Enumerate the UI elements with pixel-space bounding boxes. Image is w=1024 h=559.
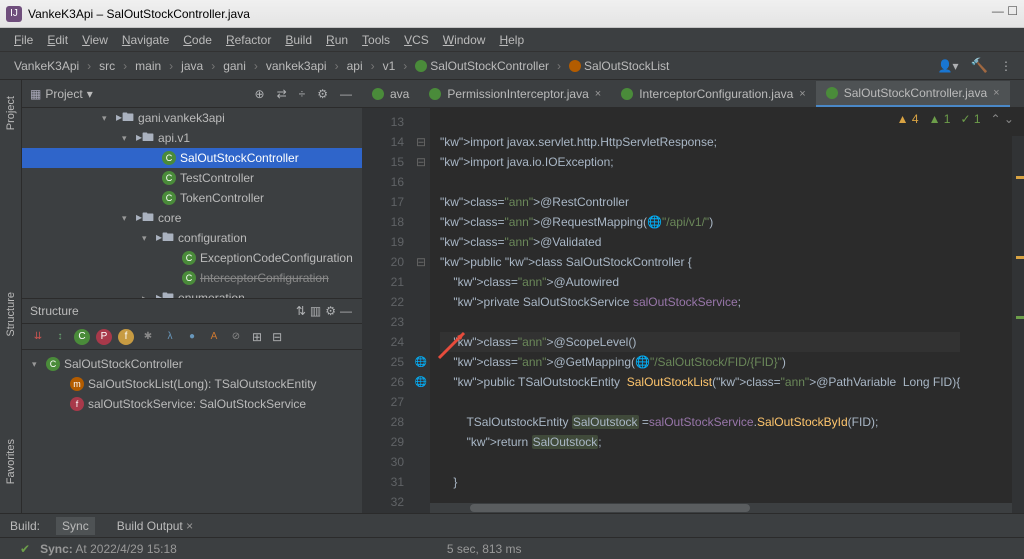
tree-item[interactable]: ▾▸🖿 configuration: [22, 228, 362, 248]
tree-item[interactable]: C ExceptionCodeConfiguration: [22, 248, 362, 268]
menu-edit[interactable]: Edit: [41, 31, 74, 49]
struct-collapse-icon[interactable]: ⊟: [270, 328, 284, 346]
collapse-icon[interactable]: ÷: [297, 85, 308, 103]
struct-expand-icon[interactable]: ⊞: [250, 328, 264, 346]
menu-run[interactable]: Run: [320, 31, 354, 49]
breadcrumb-item[interactable]: vankek3api: [262, 59, 343, 73]
editor-tab[interactable]: PermissionInterceptor.java×: [419, 81, 611, 107]
menu-view[interactable]: View: [76, 31, 114, 49]
struct-hide-icon[interactable]: —: [338, 302, 354, 320]
tree-item[interactable]: C InterceptorConfiguration: [22, 268, 362, 288]
menu-code[interactable]: Code: [177, 31, 218, 49]
project-title: Project: [45, 87, 82, 101]
tree-item[interactable]: C TestController: [22, 168, 362, 188]
build-icon[interactable]: 🔨: [971, 57, 988, 74]
structure-tree[interactable]: ▾C SalOutStockControllerm SalOutStockLis…: [22, 350, 362, 418]
settings-icon[interactable]: ⚙: [315, 85, 330, 103]
struct-filter-icon[interactable]: ▥: [308, 302, 323, 320]
build-label: Build:: [10, 519, 40, 533]
status-bar: ✔ Sync: At 2022/4/29 15:18 5 sec, 813 ms: [0, 537, 1024, 559]
build-toolwindow-header[interactable]: Build: Sync Build Output ×: [0, 513, 1024, 537]
structure-title: Structure: [30, 304, 79, 318]
sync-tab[interactable]: Sync: [56, 517, 95, 535]
project-tree[interactable]: ▾▸🖿 gani.vankek3api▾▸🖿 api.v1C SalOutSto…: [22, 108, 362, 298]
menu-build[interactable]: Build: [279, 31, 318, 49]
code-lines[interactable]: "kw">import javax.servlet.http.HttpServl…: [430, 108, 960, 513]
menu-window[interactable]: Window: [437, 31, 492, 49]
favorites-tool-tab[interactable]: Favorites: [3, 433, 19, 490]
menu-navigate[interactable]: Navigate: [116, 31, 175, 49]
build-time: 5 sec, 813 ms: [447, 542, 522, 556]
breadcrumb-item[interactable]: SalOutStockController: [411, 59, 565, 73]
structure-item[interactable]: f salOutStockService: SalOutStockService: [22, 394, 362, 414]
structure-item[interactable]: ▾C SalOutStockController: [22, 354, 362, 374]
breadcrumb-item[interactable]: api: [343, 59, 379, 73]
breadcrumb-item[interactable]: src: [95, 59, 131, 73]
struct-sort-icon[interactable]: ⇅: [294, 302, 308, 320]
breadcrumb-item[interactable]: v1: [379, 59, 412, 73]
breadcrumb-item[interactable]: VankeK3Api: [10, 59, 95, 73]
menu-refactor[interactable]: Refactor: [220, 31, 277, 49]
app-icon: IJ: [6, 6, 22, 22]
gutter-icons[interactable]: ⊟⊟⊟🌐🌐: [412, 108, 430, 513]
structure-toolbar[interactable]: ⇊ ↕ C P f ✱ λ ● A ⊘ ⊞ ⊟: [22, 324, 362, 350]
build-output-tab[interactable]: Build Output ×: [111, 517, 199, 535]
tree-item[interactable]: ▾▸🖿 api.v1: [22, 128, 362, 148]
tree-item[interactable]: ▾▸🖿 core: [22, 208, 362, 228]
title-project: VankeK3Api: [28, 7, 93, 21]
tree-item[interactable]: C SalOutStockController: [22, 148, 362, 168]
hide-icon[interactable]: —: [338, 85, 354, 103]
struct-settings-icon[interactable]: ⚙: [323, 302, 338, 320]
window-controls[interactable]: — ☐: [992, 4, 1018, 18]
editor-tabs[interactable]: avaPermissionInterceptor.java×Intercepto…: [362, 80, 1024, 108]
editor-tab[interactable]: SalOutStockController.java×: [816, 81, 1010, 107]
line-gutter[interactable]: 1314151617181920212223242526272829303132: [362, 108, 412, 513]
select-opened-icon[interactable]: ⊕: [253, 85, 267, 103]
tree-item[interactable]: ▸▸🖿 enumeration: [22, 288, 362, 298]
menu-file[interactable]: File: [8, 31, 39, 49]
breadcrumb-item[interactable]: gani: [219, 59, 262, 73]
user-icon[interactable]: 👤▾: [936, 57, 961, 75]
window-titlebar: IJ VankeK3Api – SalOutStockController.ja…: [0, 0, 1024, 28]
menu-vcs[interactable]: VCS: [398, 31, 435, 49]
editor-tab[interactable]: ava: [362, 81, 419, 107]
breadcrumb-item[interactable]: SalOutStockList: [565, 59, 673, 73]
structure-item[interactable]: m SalOutStockList(Long): TSalOutstockEnt…: [22, 374, 362, 394]
run-config[interactable]: ⋮: [998, 57, 1014, 75]
tree-item[interactable]: ▾▸🖿 gani.vankek3api: [22, 108, 362, 128]
navigation-bar[interactable]: VankeK3Apisrcmainjavaganivankek3apiapiv1…: [0, 52, 1024, 80]
horizontal-scrollbar[interactable]: [430, 503, 1014, 513]
project-header: ▦ Project ▾ ⊕ ⇄ ÷ ⚙ —: [22, 80, 362, 108]
breadcrumb-item[interactable]: java: [177, 59, 219, 73]
editor: avaPermissionInterceptor.java×Intercepto…: [362, 80, 1024, 513]
menu-help[interactable]: Help: [493, 31, 530, 49]
error-stripe[interactable]: [1012, 136, 1024, 513]
tree-item[interactable]: C TokenController: [22, 188, 362, 208]
structure-header: Structure ⇅ ▥ ⚙ —: [22, 298, 362, 324]
structure-tool-tab[interactable]: Structure: [3, 286, 19, 343]
breadcrumb-item[interactable]: main: [131, 59, 177, 73]
inspection-widget[interactable]: ▲ 4 ▲ 1 ✓ 1 ⌃ ⌄: [897, 112, 1014, 126]
code-area[interactable]: 1314151617181920212223242526272829303132…: [362, 108, 1024, 513]
check-icon: ✔: [20, 542, 30, 556]
title-file: SalOutStockController.java: [107, 7, 250, 21]
left-panel: ▦ Project ▾ ⊕ ⇄ ÷ ⚙ — ▾▸🖿 gani.vankek3ap…: [22, 80, 362, 513]
left-tool-stripe[interactable]: Project Structure Favorites: [0, 80, 22, 513]
main-menu[interactable]: FileEditViewNavigateCodeRefactorBuildRun…: [0, 28, 1024, 52]
project-tool-tab[interactable]: Project: [3, 90, 19, 136]
editor-tab[interactable]: InterceptorConfiguration.java×: [611, 81, 816, 107]
menu-tools[interactable]: Tools: [356, 31, 396, 49]
expand-icon[interactable]: ⇄: [275, 85, 289, 103]
